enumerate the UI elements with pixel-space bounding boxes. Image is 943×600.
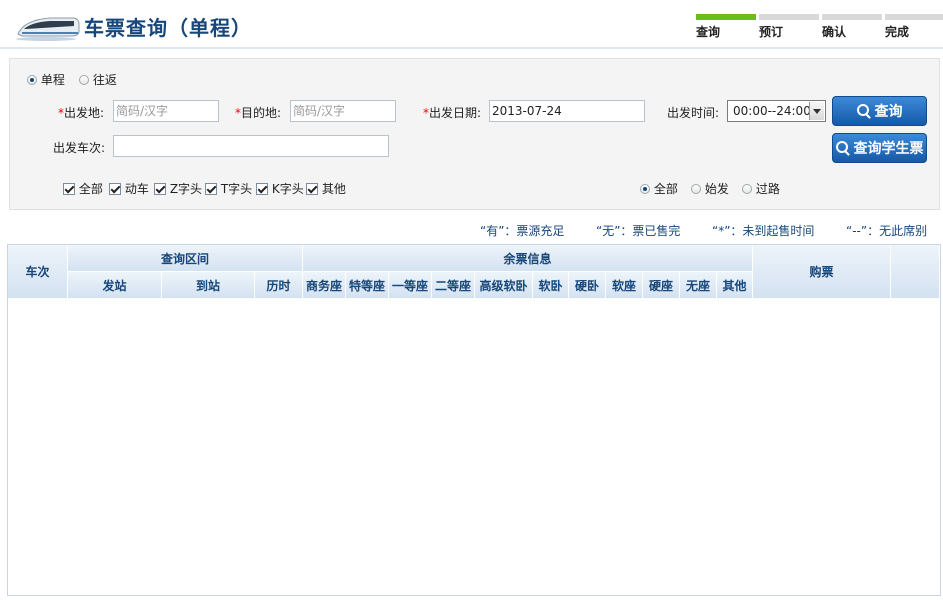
time-select[interactable]: 00:00--24:00 (727, 100, 826, 122)
to-placeholder: 简码/汉字 (293, 104, 346, 118)
col-premium-seat: 特等座 (346, 272, 389, 299)
checkbox-checked-icon[interactable] (63, 182, 75, 195)
col-hard-seat: 硬座 (643, 272, 680, 299)
checkbox-checked-icon[interactable] (256, 182, 268, 195)
step-query: 查询 (696, 14, 756, 40)
col-duration: 历时 (255, 272, 303, 299)
page-title: 车票查询（单程） (84, 16, 252, 40)
type-k-checkbox[interactable]: K字头 (256, 180, 304, 197)
step-progress-bar (696, 14, 756, 20)
station-origin-option[interactable]: 始发 (691, 180, 729, 197)
result-table-body (8, 299, 940, 595)
legend-not-on-sale: “*”：未到起售时间 (712, 224, 815, 238)
col-train-no: 车次 (8, 245, 68, 299)
col-soft-seat: 软座 (606, 272, 643, 299)
trip-roundtrip-option[interactable]: 往返 (79, 71, 117, 88)
col-first-class: 一等座 (389, 272, 432, 299)
station-passing-label: 过路 (755, 182, 780, 196)
step-book: 预订 (759, 14, 819, 40)
type-z-label: Z字头 (169, 182, 203, 196)
step-complete: 完成 (885, 14, 943, 40)
station-all-label: 全部 (653, 182, 678, 196)
legend-soldout: “无”：票已售完 (596, 224, 681, 238)
legend-no-seat-class: “--”：无此席别 (846, 224, 928, 238)
from-placeholder: 简码/汉字 (116, 104, 169, 118)
from-label: *出发地: (58, 106, 105, 120)
train-logo-icon (16, 12, 80, 42)
trip-roundtrip-label: 往返 (92, 73, 117, 87)
header-divider (0, 47, 943, 49)
col-soft-sleeper: 软卧 (533, 272, 569, 299)
radio-icon[interactable] (79, 74, 89, 85)
query-button[interactable]: 查询 (832, 96, 927, 126)
col-arrive-station: 到站 (162, 272, 255, 299)
group-query-interval: 查询区间 (68, 245, 303, 272)
step-label: 预订 (759, 25, 784, 39)
station-origin-label: 始发 (704, 182, 729, 196)
checkbox-checked-icon[interactable] (109, 182, 121, 195)
radio-selected-icon[interactable] (640, 183, 650, 194)
step-progress-bar (885, 14, 943, 20)
col-deluxe-soft-sleeper: 高级软卧 (475, 272, 533, 299)
type-all-checkbox[interactable]: 全部 (63, 180, 103, 197)
col-second-class: 二等座 (432, 272, 475, 299)
station-all-option[interactable]: 全部 (640, 180, 678, 197)
type-all-label: 全部 (78, 182, 103, 196)
group-seat-info: 余票信息 (303, 245, 753, 272)
time-label: 出发时间: (667, 106, 720, 120)
type-t-checkbox[interactable]: T字头 (205, 180, 252, 197)
station-passing-option[interactable]: 过路 (742, 180, 780, 197)
date-input[interactable]: 2013-07-24 (489, 100, 645, 122)
checkbox-checked-icon[interactable] (306, 182, 318, 195)
checkbox-checked-icon[interactable] (205, 182, 217, 195)
type-emu-label: 动车 (124, 182, 149, 196)
step-label: 确认 (822, 25, 847, 39)
col-standing: 无座 (680, 272, 717, 299)
chevron-down-icon[interactable] (809, 102, 824, 120)
legend-available: “有”：票源充足 (480, 224, 565, 238)
col-hard-sleeper: 硬卧 (569, 272, 606, 299)
col-blank (891, 245, 940, 299)
search-icon (856, 104, 871, 118)
search-icon (835, 141, 850, 155)
type-t-label: T字头 (220, 182, 253, 196)
col-other: 其他 (717, 272, 753, 299)
student-query-button[interactable]: 查询学生票 (832, 133, 927, 163)
type-z-checkbox[interactable]: Z字头 (154, 180, 202, 197)
query-button-label: 查询 (874, 104, 903, 120)
train-no-input[interactable] (113, 135, 389, 157)
trip-oneway-label: 单程 (40, 73, 65, 87)
step-label: 完成 (885, 25, 910, 39)
from-station-input[interactable]: 简码/汉字 (113, 100, 219, 122)
from-label-text: 出发地: (64, 106, 105, 120)
type-other-checkbox[interactable]: 其他 (306, 180, 346, 197)
date-label-text: 出发日期: (429, 106, 482, 120)
to-station-input[interactable]: 简码/汉字 (290, 100, 396, 122)
col-buy: 购票 (753, 245, 891, 299)
train-no-label: 出发车次: (53, 141, 106, 155)
step-label: 查询 (696, 25, 721, 39)
checkbox-checked-icon[interactable] (154, 182, 166, 195)
date-label: *出发日期: (423, 106, 482, 120)
radio-icon[interactable] (742, 183, 752, 194)
type-other-label: 其他 (321, 182, 346, 196)
time-value: 00:00--24:00 (733, 104, 811, 118)
col-business-seat: 商务座 (303, 272, 346, 299)
step-progress-bar (759, 14, 819, 20)
radio-icon[interactable] (691, 183, 701, 194)
to-label: *目的地: (235, 106, 282, 120)
type-emu-checkbox[interactable]: 动车 (109, 180, 149, 197)
trip-oneway-option[interactable]: 单程 (27, 71, 65, 88)
to-label-text: 目的地: (241, 106, 282, 120)
date-value: 2013-07-24 (492, 104, 562, 118)
col-depart-station: 发站 (68, 272, 162, 299)
student-query-button-label: 查询学生票 (853, 141, 924, 157)
step-confirm: 确认 (822, 14, 882, 40)
type-k-label: K字头 (271, 182, 304, 196)
radio-selected-icon[interactable] (27, 74, 37, 85)
step-progress-bar (822, 14, 882, 20)
